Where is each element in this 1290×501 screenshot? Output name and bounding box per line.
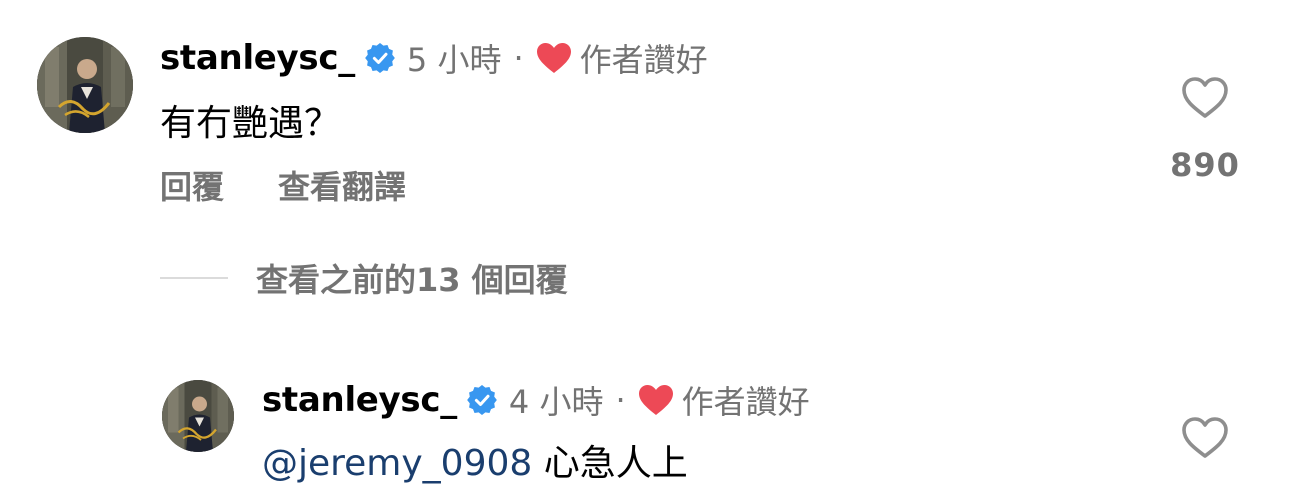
comment-actions: 回覆 查看翻譯 (160, 162, 406, 208)
reply-header: stanleysc_ 4 小時 · 作者讚好 (262, 378, 810, 422)
verified-badge-icon (467, 385, 497, 415)
verified-badge-icon (365, 43, 395, 73)
comment-like-column: 890 (1170, 76, 1240, 184)
liked-by-author-label: 作者讚好 (681, 383, 810, 421)
reply-timestamp: 4 小時 (508, 383, 604, 421)
reply-text: @jeremy_0908 心急人上 (262, 434, 688, 486)
reply-like-column (1170, 416, 1240, 460)
like-heart-icon[interactable] (1181, 416, 1229, 460)
view-replies-label: 查看之前的13 個回覆 (256, 261, 568, 299)
comment-header: stanleysc_ 5 小時 · 作者讚好 (160, 36, 708, 80)
like-heart-icon[interactable] (1181, 76, 1229, 120)
comment-text: 有冇艷遇？ (160, 103, 341, 144)
see-translation-button[interactable]: 查看翻譯 (278, 162, 406, 208)
reply-text-content: 心急人上 (532, 443, 688, 484)
like-count: 890 (1170, 146, 1240, 184)
separator-dot: · (615, 381, 626, 419)
view-previous-replies-button[interactable]: 查看之前的13 個回覆 (160, 255, 568, 301)
liked-by-author-label: 作者讚好 (579, 41, 708, 79)
mention-link[interactable]: @jeremy_0908 (262, 443, 532, 484)
divider-line (160, 277, 228, 279)
timestamp: 5 小時 (406, 41, 502, 79)
avatar[interactable] (37, 37, 133, 133)
heart-filled-icon (638, 384, 674, 416)
avatar-image (37, 37, 133, 133)
username[interactable]: stanleysc_ (160, 38, 355, 78)
heart-filled-icon (536, 42, 572, 74)
separator-dot: · (513, 39, 524, 77)
reply-button[interactable]: 回覆 (160, 162, 224, 208)
avatar-image (162, 380, 234, 452)
reply-avatar[interactable] (162, 380, 234, 452)
reply-username[interactable]: stanleysc_ (262, 380, 457, 420)
